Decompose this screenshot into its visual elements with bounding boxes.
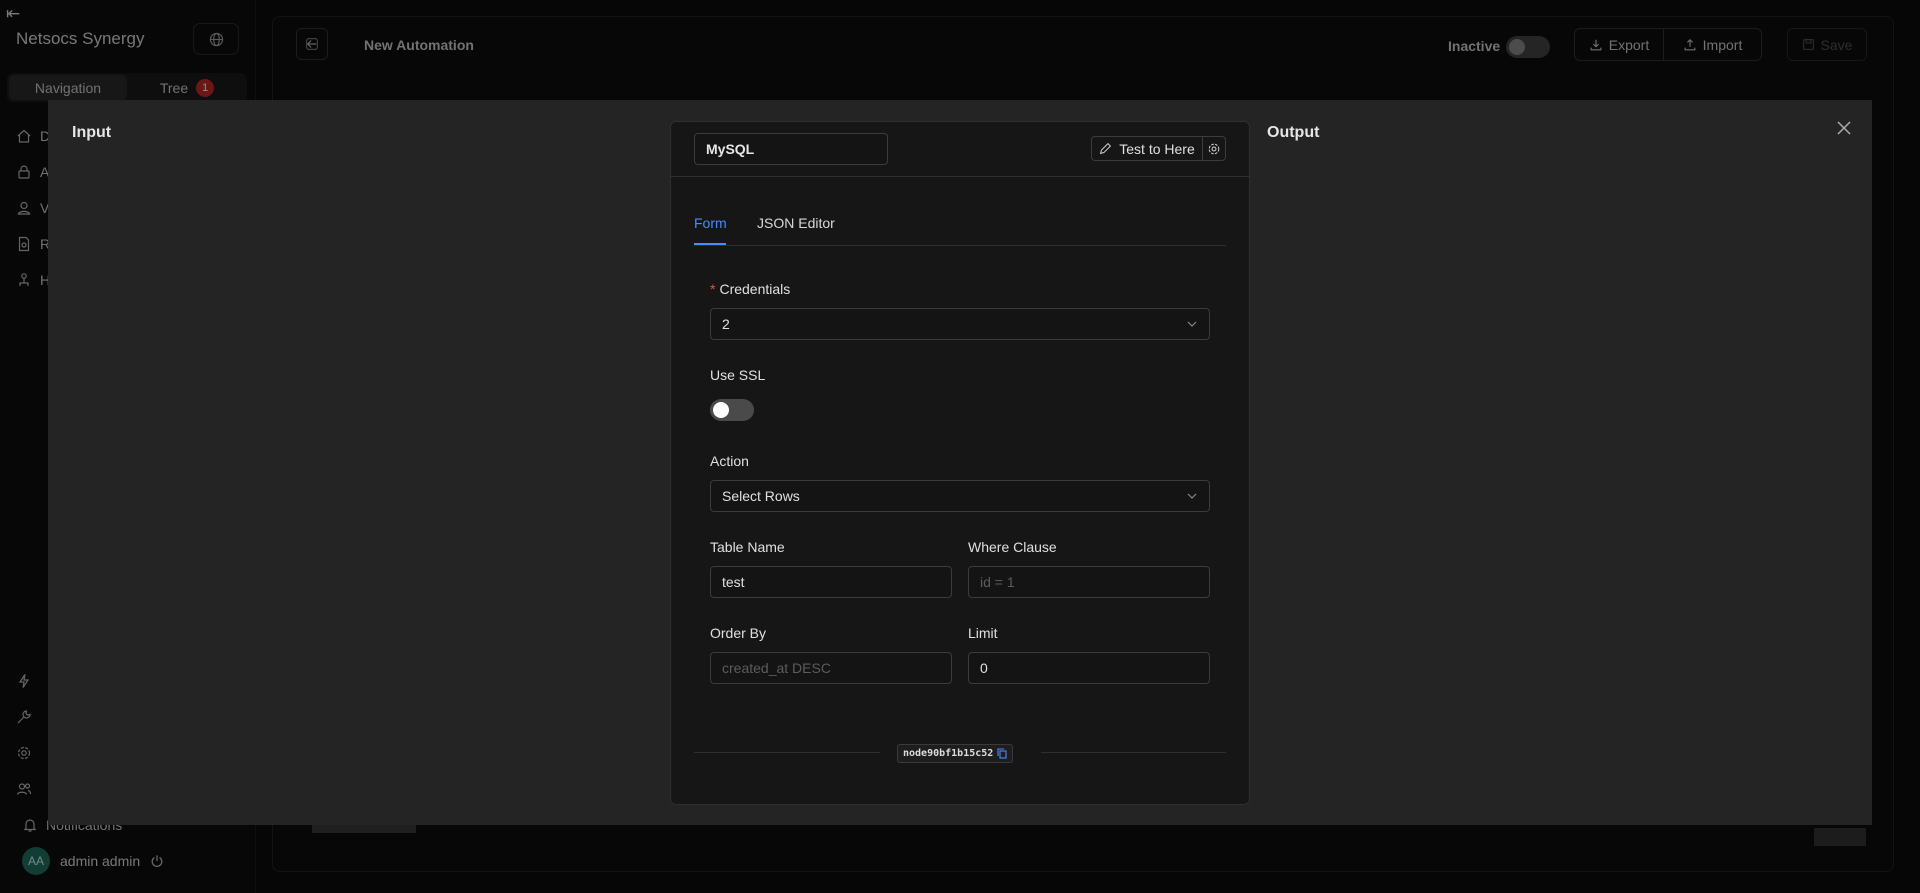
credentials-value: 2 (722, 316, 730, 332)
gear-icon (1208, 143, 1220, 154)
test-to-here-button[interactable]: Test to Here (1091, 136, 1203, 161)
where-clause-label: Where Clause (968, 539, 1057, 555)
chevron-down-icon (1187, 321, 1197, 327)
where-clause-input[interactable]: id = 1 (968, 566, 1210, 598)
limit-input[interactable]: 0 (968, 652, 1210, 684)
card-divider (670, 176, 1250, 177)
node-id-tag[interactable]: node90bf1b15c52 (897, 744, 1014, 763)
action-label: Action (710, 453, 749, 469)
use-ssl-label: Use SSL (710, 367, 766, 383)
credentials-label: * Credentials (710, 281, 790, 297)
output-panel-title: Output (1267, 124, 1320, 141)
node-name-input[interactable]: MySQL (694, 133, 888, 165)
action-value: Select Rows (722, 488, 800, 504)
table-name-label: Table Name (710, 539, 785, 555)
footer-divider-left (694, 752, 880, 753)
close-icon[interactable] (1834, 118, 1854, 138)
action-select[interactable]: Select Rows (710, 480, 1210, 512)
credentials-label-text: Credentials (719, 281, 791, 297)
node-settings-button[interactable] (1202, 136, 1226, 161)
tab-json-editor[interactable]: JSON Editor (757, 215, 835, 231)
tab-underline (694, 245, 1226, 246)
order-by-label: Order By (710, 625, 767, 641)
limit-label: Limit (968, 625, 998, 641)
test-to-here-label: Test to Here (1119, 140, 1195, 157)
footer-divider-right (1041, 752, 1226, 753)
pencil-icon (1100, 142, 1112, 155)
tab-form[interactable]: Form (694, 215, 727, 231)
credentials-select[interactable]: 2 (710, 308, 1210, 340)
node-id-text: node90bf1b15c52 (903, 748, 994, 759)
required-mark: * (710, 281, 716, 297)
use-ssl-toggle[interactable] (710, 399, 754, 421)
chevron-down-icon (1187, 493, 1197, 499)
input-panel-title: Input (72, 124, 112, 141)
order-by-input[interactable]: created_at DESC (710, 652, 952, 684)
table-name-input[interactable]: test (710, 566, 952, 598)
copy-icon[interactable] (997, 748, 1007, 759)
active-tab-indicator (694, 243, 726, 245)
